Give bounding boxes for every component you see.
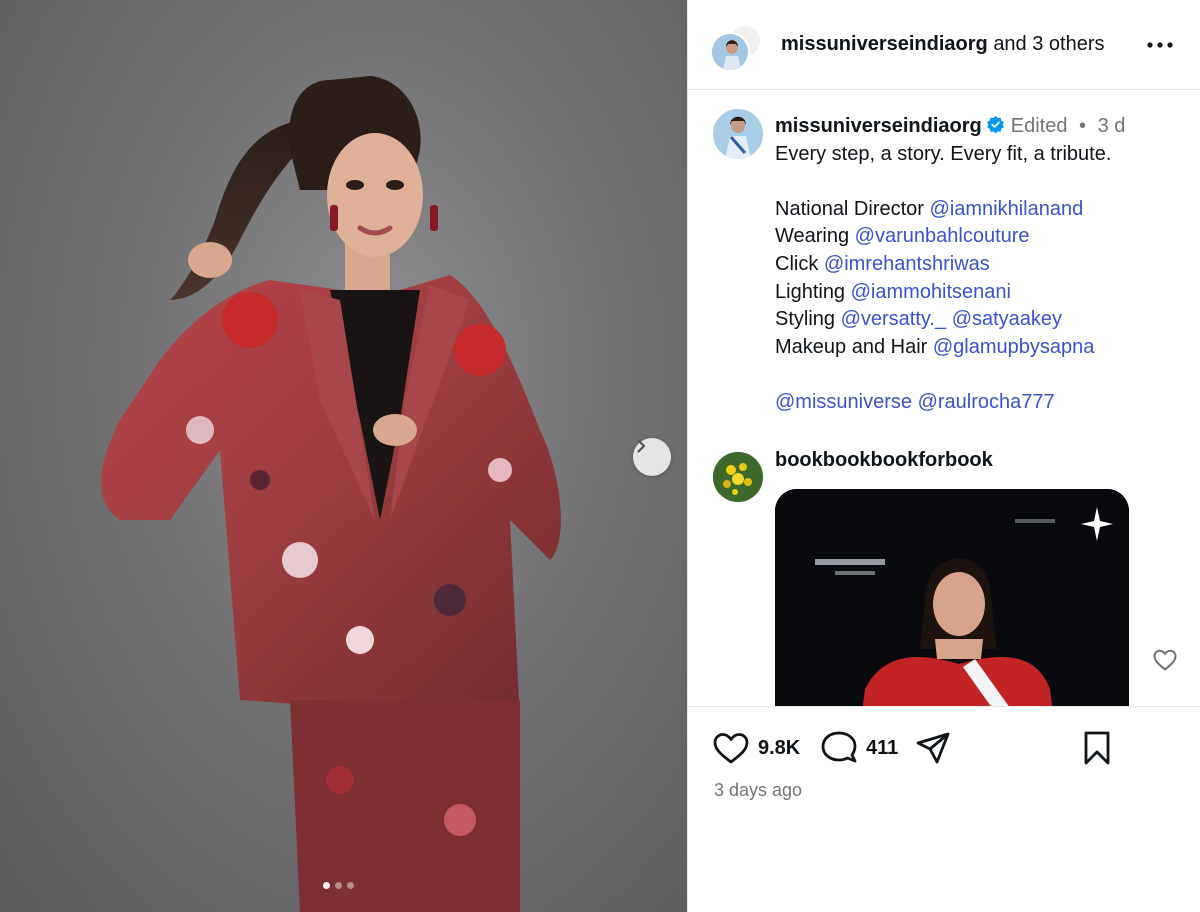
heart-icon [1153, 649, 1177, 671]
caption-label: Lighting [775, 280, 851, 303]
share-button[interactable] [915, 731, 951, 765]
comment-count[interactable]: 411 [866, 737, 898, 760]
avatar [710, 32, 750, 72]
comment-button[interactable]: 411 [820, 730, 898, 766]
comment-like-button[interactable] [1152, 648, 1178, 677]
caption-label: Wearing [775, 225, 855, 248]
mention-link[interactable]: @versatty._ [841, 308, 947, 330]
more-horizontal-icon [1147, 42, 1173, 48]
caption-username[interactable]: missuniverseindiaorg [775, 115, 982, 137]
mention-link[interactable]: @raulrocha777 [918, 391, 1055, 413]
mention-link[interactable]: @missuniverse [775, 391, 912, 413]
mention-link[interactable]: @iammohitsenani [851, 281, 1011, 303]
mention-link[interactable]: @glamupbysapna [933, 336, 1095, 358]
comment-bubble-icon [821, 731, 857, 763]
heart-icon [713, 733, 749, 764]
post-media[interactable] [0, 0, 687, 912]
caption-label: National Director [775, 197, 930, 220]
caption-text: missuniverseindiaorg Edited • 3 d Every s… [775, 113, 1195, 417]
carousel-dot [347, 882, 354, 889]
collab-avatars[interactable] [710, 24, 762, 76]
mention-link[interactable]: @varunbahlcouture [855, 225, 1030, 247]
like-button[interactable]: 9.8K [712, 731, 800, 765]
post-timestamp[interactable]: 3 days ago [714, 780, 802, 801]
paper-plane-icon [916, 732, 950, 764]
carousel-dot [323, 882, 330, 889]
mention-link[interactable]: @iamnikhilanand [930, 198, 1084, 220]
author-username[interactable]: missuniverseindiaorg [781, 33, 988, 55]
comment-username[interactable]: bookbookbookforbook [775, 449, 993, 472]
avatar[interactable] [713, 452, 763, 502]
mention-link[interactable]: @imrehantshriwas [824, 253, 990, 275]
edited-label: Edited [1010, 115, 1068, 137]
avatar[interactable] [713, 109, 763, 159]
post-photo [101, 76, 561, 912]
avatar-image [713, 452, 763, 502]
chevron-right-icon [637, 439, 646, 453]
carousel-dots [323, 882, 354, 889]
meta-separator: • [1079, 115, 1087, 137]
caption-label: Styling [775, 308, 841, 331]
post-actions: 9.8K 411 3 days ago [688, 706, 1200, 912]
caption-label: Click [775, 252, 824, 275]
post-author-line: missuniverseindiaorg and 3 others [781, 33, 1105, 56]
like-count[interactable]: 9.8K [758, 737, 800, 760]
gif-image [775, 489, 1129, 706]
post-header: missuniverseindiaorg and 3 others [688, 0, 1200, 90]
avatar-image [712, 34, 748, 70]
comment-gif[interactable] [775, 489, 1129, 706]
avatar-image [713, 109, 763, 159]
carousel-next-button[interactable] [633, 438, 671, 476]
bookmark-icon [1084, 731, 1110, 765]
collab-others[interactable]: and 3 others [993, 33, 1104, 55]
comments-section[interactable]: missuniverseindiaorg Edited • 3 d Every s… [688, 91, 1200, 706]
post-detail-panel: missuniverseindiaorg and 3 others missun… [687, 0, 1200, 912]
more-options-button[interactable] [1145, 30, 1175, 60]
carousel-dot [335, 882, 342, 889]
caption-label: Makeup and Hair [775, 335, 933, 358]
post-age[interactable]: 3 d [1098, 115, 1126, 137]
mention-link[interactable]: @satyaakey [952, 308, 1062, 330]
verified-badge-icon [986, 115, 1004, 134]
caption-intro: Every step, a story. Every fit, a tribut… [775, 142, 1112, 165]
save-button[interactable] [1082, 730, 1112, 766]
